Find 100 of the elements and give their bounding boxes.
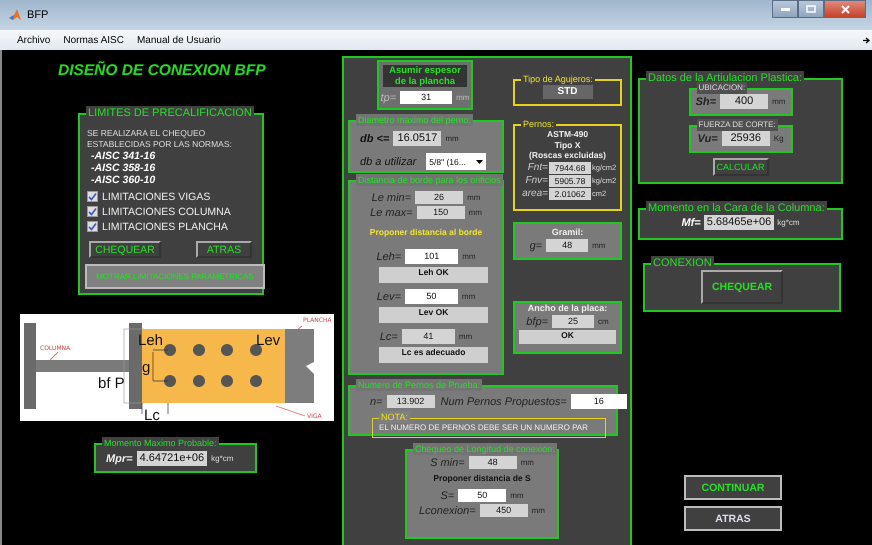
menu-item[interactable]: Manual de Usuario [136, 34, 221, 46]
prompt-text: Proponer distancia al borde [368, 227, 484, 237]
panel-title: Asumir espesor de la plancha [383, 65, 467, 87]
check-button[interactable]: CHEQUEAR [89, 241, 161, 258]
value-field: STD [542, 85, 592, 99]
minimize-button[interactable] [772, 0, 798, 18]
panel-title: NOTA: [379, 411, 410, 423]
close-button[interactable] [824, 0, 866, 18]
value-field: 26 [415, 191, 464, 204]
back-button[interactable]: ATRAS [196, 241, 252, 258]
value-field: 13.902 [386, 395, 435, 408]
value-field: 7944.68 [549, 162, 591, 174]
field-label: Fnv= [525, 175, 548, 186]
field-label: Num Pernos Propuestos= [440, 396, 567, 408]
unit-label: mm [520, 458, 534, 467]
panel-title: Diametro maximo del perno: [356, 114, 474, 126]
dropdown[interactable]: 5/8" (16... [426, 153, 486, 170]
window-title: BFP [27, 9, 48, 21]
status-message: Lev OK [379, 307, 488, 323]
field-label: Mpr= [106, 452, 133, 464]
field-label: Fnt= [528, 162, 548, 173]
caret-icon [476, 160, 484, 164]
spec-text: (Roscas excluidas) [528, 150, 607, 160]
arrow-icon [863, 36, 870, 44]
field-label: n= [370, 396, 383, 408]
unit-label: mm [467, 193, 480, 202]
maximize-button[interactable] [798, 0, 824, 18]
field-label: Leh= [376, 250, 402, 262]
check-button[interactable]: CHEQUEAR [701, 270, 783, 304]
value-field: 450 [480, 504, 528, 517]
checkbox[interactable] [87, 191, 98, 202]
description-text: SE REALIZARA EL CHEQUEO ESTABLECIDAS POR LAS NORMAS: [87, 128, 233, 150]
value-field: 5.68465e+06 [704, 215, 774, 230]
panel-title: Tipo de Agujeros: [521, 73, 595, 85]
logo-icon [8, 8, 22, 22]
value-field: 48 [546, 239, 588, 252]
unit-label: mm [445, 134, 459, 143]
status-message: Leh OK [379, 267, 488, 283]
checkbox-label: LIMITACIONES PLANCHA [102, 220, 228, 232]
panel-title: UBICACION: [696, 82, 748, 94]
value-field: 150 [416, 206, 465, 219]
panel-title: Distancia de borde para los orificios [356, 174, 503, 186]
panel-title: Numero de Pernos de Prueba: [356, 379, 482, 391]
norm-label: -AISC 360-10 [91, 174, 156, 186]
prompt-text: Proponer distancia de S [432, 473, 532, 483]
field-label: Le min= [372, 192, 412, 204]
input-field[interactable]: 31 [400, 91, 452, 104]
value-field: 48 [468, 456, 517, 469]
menu-item[interactable]: Archivo [17, 34, 50, 46]
unit-label: mm [462, 252, 476, 261]
checkbox-label: LIMITACIONES COLUMNA [102, 206, 231, 218]
input-field[interactable]: 50 [458, 489, 506, 502]
input-field[interactable]: 101 [405, 249, 458, 264]
unit-label: mm [458, 332, 472, 341]
field-label: bfp= [526, 316, 548, 328]
unit-label: Kg [774, 134, 784, 143]
unit-label: mm [532, 506, 545, 515]
unit-label: kg*cm [211, 454, 234, 463]
menu-item[interactable]: Normas AISC [63, 34, 124, 46]
field-label: Vu= [697, 132, 718, 144]
panel-title: Pernos: [521, 118, 556, 130]
field-label: db a utilizar [360, 156, 416, 168]
spec-text: Tipo X [554, 140, 582, 150]
unit-label: mm [772, 97, 786, 106]
diagram-label: g [142, 359, 150, 376]
field-label: Lconexion= [419, 504, 476, 516]
panel-title: Gramil: [550, 227, 584, 237]
checkbox[interactable] [87, 206, 98, 217]
field-label: Sh= [696, 96, 716, 108]
app-heading: DISEÑO DE CONEXION BFP [58, 62, 267, 80]
panel-title: Chequeo de Longitud de conexion: [413, 443, 557, 455]
value-field: 16.0517 [393, 131, 442, 146]
continue-button[interactable]: CONTINUAR [684, 475, 782, 500]
panel-title: Ancho de la placa: [526, 303, 608, 313]
field-label: S min= [430, 456, 465, 468]
field-label: S= [440, 490, 454, 502]
field-label: Mf= [681, 216, 701, 228]
calculate-button[interactable]: CALCULAR [712, 158, 768, 176]
value-field: 400 [720, 94, 768, 109]
unit-label: mm [462, 292, 476, 301]
field-label: area= [522, 188, 548, 199]
unit-label: mm [468, 208, 482, 217]
input-field[interactable]: 50 [404, 289, 458, 304]
status-message: OK [519, 330, 616, 344]
field-label: Lc= [380, 330, 398, 342]
input-field[interactable]: 16 [570, 394, 627, 409]
field-label: db <= [360, 132, 390, 144]
panel-title: Momento Maximo Probable: [102, 437, 219, 449]
diagram-label: bf P [98, 375, 125, 392]
value-field: 25 [552, 315, 594, 328]
value-field: 41 [402, 329, 455, 344]
back-button[interactable]: ATRAS [684, 506, 782, 531]
field-label: Lev= [376, 290, 401, 302]
status-message: Lc es adecuado [379, 347, 488, 363]
close-icon [840, 4, 850, 14]
norm-label: -AISC 341-16 [91, 150, 156, 162]
checkbox[interactable] [87, 221, 98, 232]
minimize-icon [780, 8, 790, 10]
unit-label: kg*cm [777, 218, 800, 227]
diagram-label: Lc [144, 407, 160, 421]
